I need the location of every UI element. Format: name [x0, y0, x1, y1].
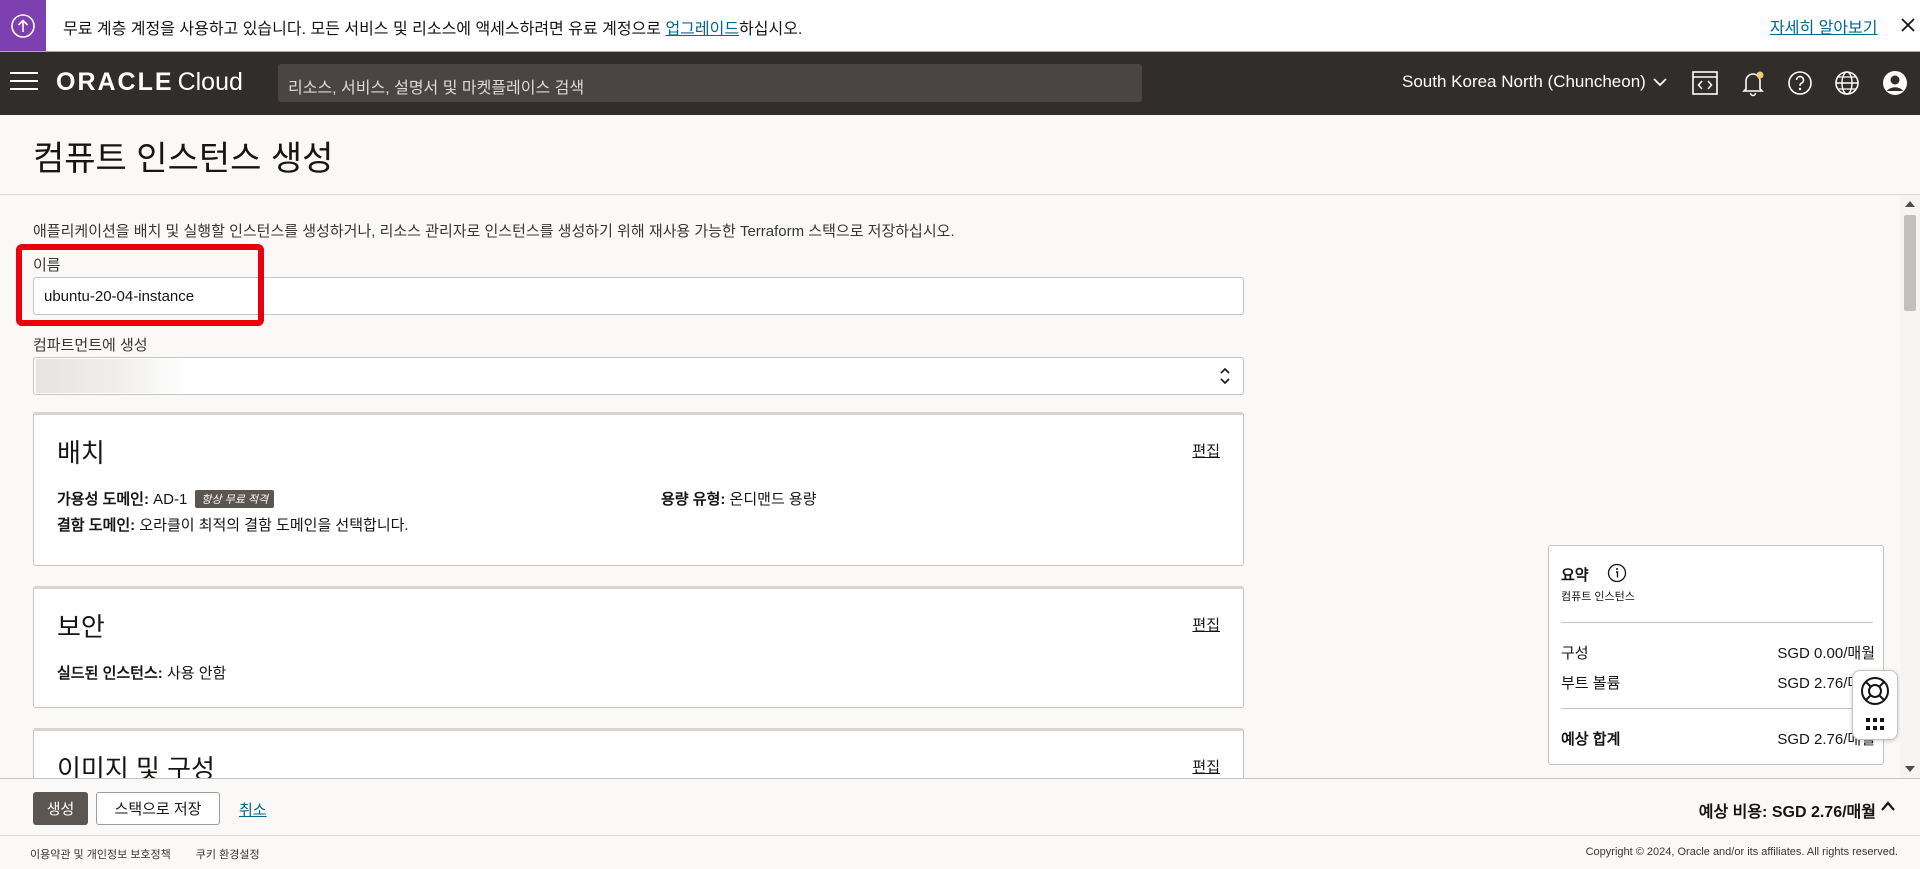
footer-links: 이용약관 및 개인정보 보호정책 쿠키 환경설정 [30, 846, 282, 862]
terms-privacy-link[interactable]: 이용약관 및 개인정보 보호정책 [30, 849, 171, 861]
shielded-instance: 실드된 인스턴스: 사용 안함 [57, 665, 227, 682]
top-header: ORACLE Cloud 리소스, 서비스, 설명서 및 마켓플레이스 검색 So… [0, 52, 1920, 115]
always-free-badge: 항상 무료 적격 [195, 490, 275, 508]
oracle-cloud-logo[interactable]: ORACLE Cloud [56, 68, 243, 97]
page-title-bar: 컴퓨트 인스턴스 생성 [0, 115, 1920, 195]
summary-row-config: 구성 SGD 0.00/매월 [1561, 645, 1875, 662]
security-title: 보안 [57, 612, 105, 642]
page-footer: 이용약관 및 개인정보 보호정책 쿠키 환경설정 Copyright © 202… [0, 835, 1920, 869]
help-widget[interactable] [1852, 670, 1898, 740]
security-edit-link[interactable]: 편집 [1192, 614, 1220, 635]
image-config-title: 이미지 및 구성 [57, 754, 215, 778]
chevron-up-icon[interactable] [1880, 800, 1896, 812]
info-icon[interactable] [1607, 563, 1627, 583]
highlight-box [16, 244, 264, 326]
hamburger-menu-icon[interactable] [10, 72, 38, 94]
code-editor-icon[interactable] [1690, 68, 1720, 98]
summary-title: 요약 [1561, 567, 1589, 584]
arrow-up-circle-icon [11, 13, 35, 38]
select-stepper-icon [1220, 367, 1230, 385]
user-avatar-icon[interactable] [1880, 68, 1910, 98]
summary-subtitle: 컴퓨트 인스턴스 [1561, 591, 1635, 603]
main-scrollbar[interactable] [1900, 195, 1920, 778]
availability-domain: 가용성 도메인: AD-1 항상 무료 적격 [57, 488, 275, 509]
placement-edit-link[interactable]: 편집 [1192, 440, 1220, 461]
placement-title: 배치 [57, 438, 105, 468]
compartment-value-redacted [36, 359, 186, 393]
compartment-label: 컴파트먼트에 생성 [33, 337, 148, 354]
image-config-edit-link[interactable]: 편집 [1192, 756, 1220, 777]
scroll-thumb[interactable] [1904, 215, 1916, 311]
learn-more-link[interactable]: 자세히 알아보기 [1770, 14, 1878, 38]
lifebuoy-icon [1861, 677, 1889, 705]
estimated-cost[interactable]: 예상 비용: SGD 2.76/매월 [1699, 798, 1876, 822]
security-card: 보안 편집 실드된 인스턴스: 사용 안함 [33, 586, 1244, 708]
page-intro-text: 애플리케이션을 배치 및 실행할 인스턴스를 생성하거나, 리소스 관리자로 인… [33, 223, 955, 240]
scroll-down-arrow-icon[interactable] [1905, 766, 1915, 772]
summary-row-total: 예상 합계 SGD 2.76/매월 [1561, 731, 1875, 748]
cookie-preferences-link[interactable]: 쿠키 환경설정 [196, 849, 260, 861]
fault-domain: 결함 도메인: 오라클이 최적의 결함 도메인을 선택합니다. [57, 517, 409, 534]
region-selector[interactable]: South Korea North (Chuncheon) [1402, 72, 1668, 92]
chevron-down-icon [1653, 78, 1667, 87]
summary-divider [1561, 622, 1873, 623]
cancel-link[interactable]: 취소 [239, 799, 267, 820]
compartment-select[interactable] [33, 357, 1244, 395]
page-title: 컴퓨트 인스턴스 생성 [33, 140, 334, 178]
banner-icon-box [0, 0, 46, 51]
copyright-text: Copyright © 2024, Oracle and/or its affi… [1585, 846, 1898, 858]
action-bar: 생성 스택으로 저장 취소 예상 비용: SGD 2.76/매월 [0, 778, 1920, 835]
apps-grid-icon [1866, 718, 1884, 730]
placement-card: 배치 편집 가용성 도메인: AD-1 항상 무료 적격 용량 유형: 온디맨드 … [33, 412, 1244, 566]
close-icon[interactable] [1896, 12, 1920, 38]
search-input[interactable]: 리소스, 서비스, 설명서 및 마켓플레이스 검색 [278, 64, 1142, 102]
free-tier-banner: 무료 계층 계정을 사용하고 있습니다. 모든 서비스 및 리소스에 액세스하려… [0, 0, 1920, 52]
summary-divider [1561, 708, 1873, 709]
globe-icon[interactable] [1832, 68, 1862, 98]
help-icon[interactable] [1785, 68, 1815, 98]
save-as-stack-button[interactable]: 스택으로 저장 [96, 792, 220, 825]
banner-message: 무료 계층 계정을 사용하고 있습니다. 모든 서비스 및 리소스에 액세스하려… [63, 21, 803, 38]
bell-icon[interactable] [1738, 68, 1768, 98]
summary-row-boot-volume: 부트 볼륨 SGD 2.76/매월 [1561, 675, 1875, 692]
scroll-up-arrow-icon[interactable] [1905, 201, 1915, 207]
upgrade-link[interactable]: 업그레이드 [665, 21, 739, 38]
image-config-card: 이미지 및 구성 편집 [33, 728, 1244, 778]
capacity-type: 용량 유형: 온디맨드 용량 [661, 491, 817, 508]
create-button[interactable]: 생성 [33, 792, 88, 825]
summary-panel: 요약 컴퓨트 인스턴스 구성 SGD 0.00/매월 부트 볼륨 SGD 2.76/… [1548, 545, 1884, 765]
